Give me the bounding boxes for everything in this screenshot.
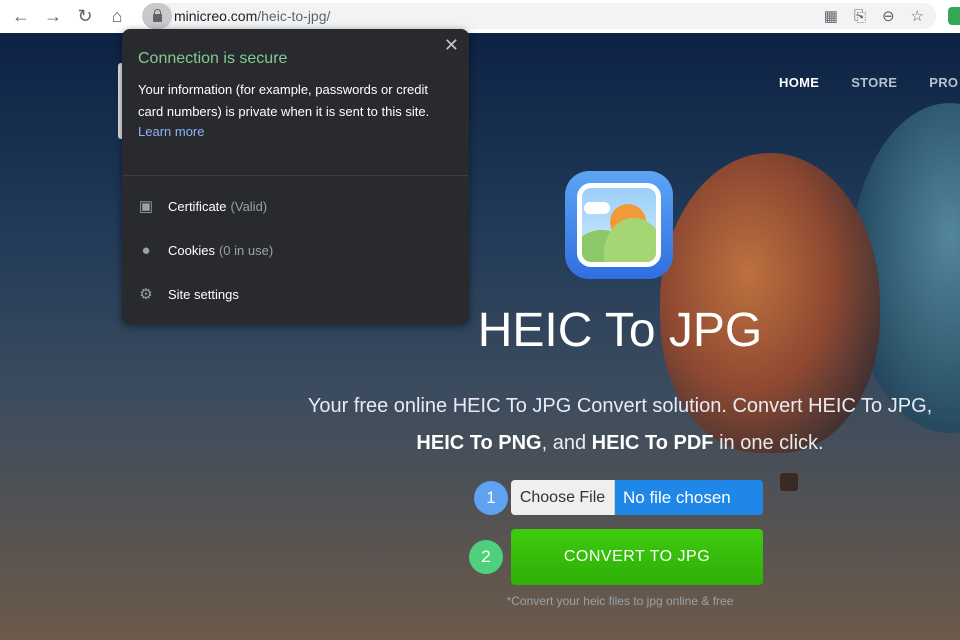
translate-icon[interactable]: ⎘ [854, 8, 866, 25]
site-settings-item[interactable]: ⚙ Site settings [138, 286, 239, 303]
choose-file-button[interactable]: Choose File [511, 480, 615, 515]
back-icon[interactable]: ← [10, 6, 32, 28]
nav-store[interactable]: STORE [851, 75, 897, 90]
site-info-popup: ✕ Connection is secure Your information … [122, 29, 469, 324]
popup-title: Connection is secure [138, 50, 288, 67]
popup-description: Your information (for example, passwords… [138, 82, 430, 119]
file-status: No file chosen [623, 487, 731, 507]
lock-icon [152, 8, 162, 22]
url-domain: minicreo.com [174, 8, 258, 24]
file-input[interactable]: Choose File No file chosen [511, 480, 763, 515]
certificate-item[interactable]: ▣ Certificate (Valid) [138, 198, 267, 215]
gear-icon: ⚙ [139, 286, 153, 303]
extension-shield-icon[interactable] [948, 7, 960, 25]
step-1-badge: 1 [474, 481, 508, 515]
app-logo-icon [565, 171, 673, 279]
reload-icon[interactable]: ↻ [74, 6, 96, 28]
page-title: HEIC To JPG [477, 304, 763, 357]
certificate-icon: ▣ [138, 198, 154, 215]
convert-note: *Convert your heic files to jpg online &… [506, 594, 734, 608]
bookmark-star-icon[interactable]: ☆ [911, 7, 924, 25]
balloon-basket [780, 473, 798, 491]
step-2-badge: 2 [469, 540, 503, 574]
zoom-out-icon[interactable]: ⊖ [882, 7, 895, 25]
learn-more-link[interactable]: Learn more [138, 124, 204, 139]
qr-code-icon[interactable]: ▦ [824, 7, 838, 25]
cookie-icon: ● [141, 241, 151, 259]
close-icon[interactable]: ✕ [444, 35, 459, 56]
forward-icon[interactable]: → [42, 6, 64, 28]
url-path: /heic-to-jpg/ [257, 8, 331, 24]
convert-button[interactable]: CONVERT TO JPG [511, 529, 763, 585]
site-info-button[interactable] [142, 3, 172, 29]
cookies-item[interactable]: ● Cookies (0 in use) [138, 241, 273, 259]
address-bar[interactable]: minicreo.com/heic-to-jpg/ ▦ ⎘ ⊖ ☆ [142, 3, 936, 29]
divider [122, 175, 469, 176]
home-icon[interactable]: ⌂ [106, 6, 128, 28]
nav-home[interactable]: HOME [779, 75, 819, 90]
page-subtitle: Your free online HEIC To JPG Convert sol… [307, 395, 933, 454]
nav-products[interactable]: PRO [929, 75, 958, 90]
